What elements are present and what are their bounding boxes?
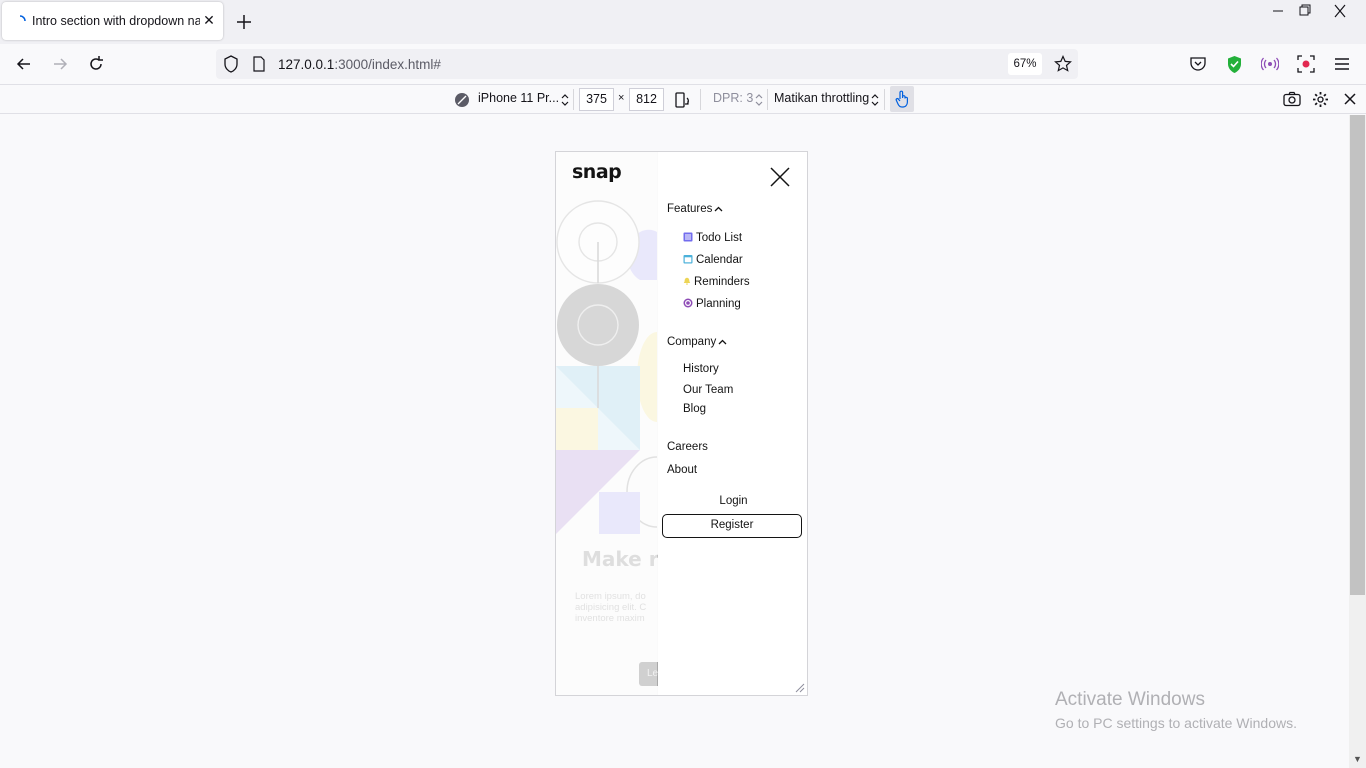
menu-item-label: Calendar <box>696 254 743 266</box>
tab-close-icon[interactable]: ✕ <box>202 13 216 27</box>
scroll-down-icon[interactable]: ▼ <box>1353 754 1362 764</box>
forward-icon[interactable] <box>50 54 70 74</box>
menu-item-label: Reminders <box>694 276 750 288</box>
activation-watermark-title: Activate Windows <box>1055 689 1205 710</box>
company-label: Company <box>667 336 717 348</box>
separator <box>573 89 574 110</box>
bookmark-star-icon[interactable] <box>1054 55 1072 73</box>
camera-icon[interactable] <box>1283 91 1301 107</box>
browser-tab[interactable]: Intro section with dropdown na ✕ <box>2 2 223 40</box>
menu-item-our-team[interactable]: Our Team <box>683 384 733 396</box>
touch-simulation-button[interactable] <box>890 86 914 112</box>
scrollbar[interactable]: ▼ <box>1349 115 1366 768</box>
scrollbar-thumb[interactable] <box>1350 115 1365 595</box>
register-button[interactable]: Register <box>662 514 802 538</box>
menu-link-about[interactable]: About <box>667 464 697 476</box>
login-button[interactable]: Login <box>658 495 807 507</box>
mobile-side-menu: Features Todo List Calendar Reminders Pl… <box>658 152 807 695</box>
viewport-height-input[interactable]: 812 <box>629 88 664 111</box>
updown-icon <box>755 94 763 106</box>
touch-icon <box>895 90 908 108</box>
close-rdm-icon[interactable] <box>1343 92 1357 106</box>
zoom-level[interactable]: 67% <box>1008 53 1042 75</box>
updown-icon <box>561 94 569 106</box>
navigation-toolbar: 127.0.0.1:3000/index.html# 67% <box>0 44 1366 85</box>
broadcast-icon[interactable] <box>1261 56 1279 72</box>
page-icon[interactable] <box>252 56 266 72</box>
device-viewport: Make re Lorem ipsum, do adipisicing elit… <box>555 151 808 696</box>
chevron-up-icon <box>714 206 723 212</box>
back-icon[interactable] <box>14 54 34 74</box>
responsive-design-toolbar: iPhone 11 Pr... 375 × 812 DPR: 3 Matikan… <box>0 85 1366 114</box>
bell-icon <box>683 277 691 285</box>
reload-icon[interactable] <box>86 54 106 74</box>
company-dropdown-toggle[interactable]: Company <box>667 336 727 348</box>
tab-strip: Intro section with dropdown na ✕ <box>0 0 1366 44</box>
features-label: Features <box>667 203 713 215</box>
menu-item-planning[interactable]: Planning <box>683 298 741 310</box>
url-text[interactable]: 127.0.0.1:3000/index.html# <box>278 57 441 72</box>
todo-icon <box>683 232 693 242</box>
device-selector[interactable]: iPhone 11 Pr... <box>478 91 559 105</box>
url-bar[interactable]: 127.0.0.1:3000/index.html# 67% <box>216 49 1078 79</box>
loading-icon <box>19 15 26 22</box>
menu-item-reminders[interactable]: Reminders <box>683 276 750 288</box>
screenshot-record-icon[interactable] <box>1297 55 1315 73</box>
updown-icon <box>871 94 879 106</box>
resize-handle-icon[interactable] <box>793 681 805 693</box>
new-tab-icon[interactable] <box>234 12 254 32</box>
separator <box>700 89 701 110</box>
chevron-up-icon <box>718 339 727 345</box>
no-touch-icon[interactable] <box>454 92 470 108</box>
settings-gear-icon[interactable] <box>1312 91 1329 108</box>
window-close-icon[interactable] <box>1330 4 1350 18</box>
dimension-separator: × <box>618 92 625 104</box>
menu-backdrop[interactable] <box>556 152 657 695</box>
planning-icon <box>683 298 693 308</box>
restore-icon[interactable] <box>1294 4 1314 18</box>
tab-title: Intro section with dropdown na <box>32 14 200 28</box>
throttling-selector[interactable]: Matikan throttling <box>774 91 869 105</box>
brand-logo[interactable]: snap <box>572 161 622 183</box>
activation-watermark-subtitle: Go to PC settings to activate Windows. <box>1055 715 1297 731</box>
pocket-icon[interactable] <box>1189 56 1207 72</box>
close-menu-icon[interactable] <box>768 165 792 189</box>
adblock-shield-icon[interactable] <box>1226 55 1243 74</box>
minimize-icon[interactable] <box>1268 4 1288 18</box>
dpr-selector[interactable]: DPR: 3 <box>713 91 753 105</box>
menu-item-history[interactable]: History <box>683 363 719 375</box>
rotate-device-icon[interactable] <box>674 92 692 108</box>
menu-item-calendar[interactable]: Calendar <box>683 254 743 266</box>
separator <box>767 89 768 110</box>
viewport-width-input[interactable]: 375 <box>579 88 614 111</box>
menu-icon[interactable] <box>1334 56 1350 72</box>
menu-item-blog[interactable]: Blog <box>683 403 706 415</box>
menu-link-careers[interactable]: Careers <box>667 441 708 453</box>
shield-icon[interactable] <box>223 55 239 73</box>
menu-item-label: Todo List <box>696 232 743 244</box>
menu-item-todo-list[interactable]: Todo List <box>683 232 742 244</box>
menu-item-label: Planning <box>696 298 741 310</box>
features-dropdown-toggle[interactable]: Features <box>667 203 723 215</box>
calendar-icon <box>683 255 693 264</box>
separator <box>884 89 885 110</box>
